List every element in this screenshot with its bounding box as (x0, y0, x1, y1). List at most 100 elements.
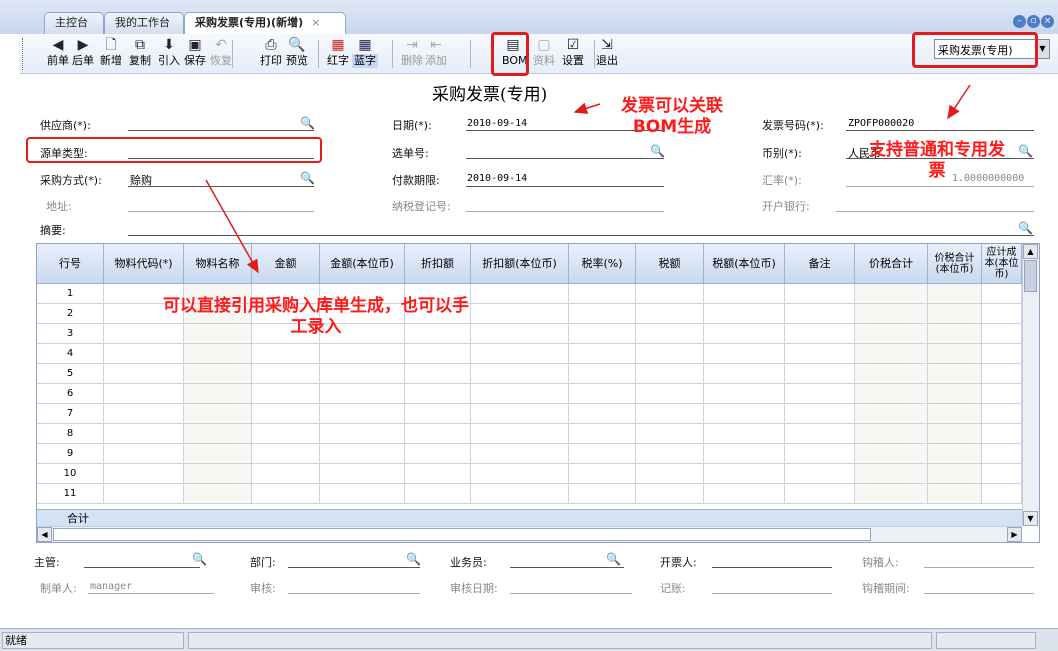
scroll-down-icon[interactable]: ▼ (1023, 511, 1038, 526)
grid-cell[interactable] (569, 364, 636, 384)
grid-cell[interactable] (704, 324, 785, 344)
grid-cell[interactable] (320, 404, 405, 424)
column-header[interactable]: 金额 (252, 244, 320, 284)
grid-cell[interactable] (855, 464, 928, 484)
column-header[interactable]: 行号 (37, 244, 104, 284)
grid-cell[interactable] (104, 484, 184, 504)
toolbar-preview-button[interactable]: 🔍 预览 (284, 36, 310, 72)
rate-field[interactable] (846, 186, 1034, 187)
grid-cell[interactable] (320, 364, 405, 384)
currency-lookup-icon[interactable]: 🔍 (1018, 145, 1033, 157)
grid-cell[interactable] (569, 404, 636, 424)
grid-cell[interactable] (855, 304, 928, 324)
salesman-field[interactable] (510, 567, 624, 568)
auditor-field[interactable] (288, 593, 420, 594)
horizontal-scrollbar[interactable]: ◀ ▶ (37, 526, 1022, 542)
grid-cell[interactable] (405, 484, 471, 504)
grid-cell[interactable] (569, 384, 636, 404)
source-type-field[interactable] (128, 158, 314, 159)
toolbar-exit-button[interactable]: ⇲ 退出 (594, 36, 620, 72)
grid-cell[interactable] (982, 344, 1022, 364)
grid-cell[interactable] (405, 344, 471, 364)
grid-cell[interactable] (471, 384, 569, 404)
grid-cell[interactable] (252, 484, 320, 504)
grid-cell[interactable] (982, 484, 1022, 504)
column-header[interactable]: 税额 (636, 244, 704, 284)
grid-cell[interactable] (704, 364, 785, 384)
grid-cell[interactable] (855, 484, 928, 504)
grid-cell[interactable] (471, 304, 569, 324)
grid-cell[interactable] (704, 484, 785, 504)
grid-cell[interactable] (636, 344, 704, 364)
grid-cell[interactable] (252, 464, 320, 484)
grid-cell[interactable] (320, 424, 405, 444)
scroll-left-icon[interactable]: ◀ (37, 527, 52, 542)
grid-cell[interactable] (704, 444, 785, 464)
grid-cell[interactable] (636, 324, 704, 344)
toolbar-blue-grid-button[interactable]: ▦ 蓝字 (352, 36, 378, 72)
grid-cell[interactable] (982, 424, 1022, 444)
grid-cell[interactable] (569, 344, 636, 364)
restore-icon[interactable]: ▫ (1027, 15, 1040, 28)
grid-cell[interactable] (471, 464, 569, 484)
grid-cell[interactable] (184, 484, 252, 504)
grid-cell[interactable] (184, 404, 252, 424)
supplier-lookup-icon[interactable]: 🔍 (300, 117, 315, 129)
memo-lookup-icon[interactable]: 🔍 (1018, 222, 1033, 234)
supervisor-field[interactable] (84, 567, 200, 568)
grid-cell[interactable] (928, 304, 982, 324)
column-header[interactable]: 价税合计 (855, 244, 928, 284)
toolbar-import-button[interactable]: ⬇ 引入 (156, 36, 182, 72)
grid-cell[interactable] (785, 304, 855, 324)
select-doc-lookup-icon[interactable]: 🔍 (650, 145, 665, 157)
grid-cell[interactable] (982, 324, 1022, 344)
grid-cell[interactable] (928, 404, 982, 424)
grid-cell[interactable] (785, 324, 855, 344)
salesman-lookup-icon[interactable]: 🔍 (606, 553, 621, 565)
grid-cell[interactable] (320, 484, 405, 504)
tab-purchase-invoice[interactable]: 采购发票(专用)(新增) × (184, 12, 346, 35)
vertical-scrollbar[interactable]: ▲ ▼ (1022, 244, 1039, 526)
tax-reg-field[interactable] (466, 211, 664, 212)
grid-cell[interactable] (704, 344, 785, 364)
grid-cell[interactable] (785, 284, 855, 304)
grid-cell[interactable] (405, 404, 471, 424)
scroll-thumb[interactable] (1024, 260, 1037, 292)
grid-cell[interactable] (184, 364, 252, 384)
bank-field[interactable] (836, 211, 1034, 212)
grid-cell[interactable] (636, 284, 704, 304)
grid-cell[interactable] (982, 444, 1022, 464)
grid-cell[interactable] (982, 284, 1022, 304)
column-header[interactable]: 物料代码(*) (104, 244, 184, 284)
grid-cell[interactable] (855, 444, 928, 464)
grid-cell[interactable] (928, 284, 982, 304)
grid-cell[interactable] (252, 444, 320, 464)
grid-cell[interactable] (405, 424, 471, 444)
grid-cell[interactable] (569, 464, 636, 484)
toolbar-settings-button[interactable]: ☑ 设置 (559, 36, 587, 72)
toolbar-red-grid-button[interactable]: ▦ 红字 (325, 36, 351, 72)
grid-cell[interactable] (252, 344, 320, 364)
address-field[interactable] (128, 211, 314, 212)
grid-cell[interactable] (104, 404, 184, 424)
scroll-right-icon[interactable]: ▶ (1007, 527, 1022, 542)
grid-cell[interactable] (982, 304, 1022, 324)
grid-cell[interactable] (405, 384, 471, 404)
grid-cell[interactable] (928, 364, 982, 384)
grid-cell[interactable] (704, 424, 785, 444)
grid-cell[interactable] (855, 364, 928, 384)
column-header[interactable]: 税率(%) (569, 244, 636, 284)
grid-cell[interactable] (252, 404, 320, 424)
grid-cell[interactable] (104, 424, 184, 444)
scroll-up-icon[interactable]: ▲ (1023, 244, 1038, 259)
grid-cell[interactable] (928, 424, 982, 444)
grid-cell[interactable] (569, 324, 636, 344)
grid-cell[interactable] (855, 384, 928, 404)
toolbar-data-button[interactable]: ▢ 资料 (531, 36, 557, 72)
grid-cell[interactable] (471, 364, 569, 384)
bookkeep-field[interactable] (712, 593, 832, 594)
grid-cell[interactable] (569, 424, 636, 444)
verify-period-field[interactable] (924, 593, 1034, 594)
grid-cell[interactable] (471, 324, 569, 344)
select-doc-field[interactable] (466, 158, 664, 159)
